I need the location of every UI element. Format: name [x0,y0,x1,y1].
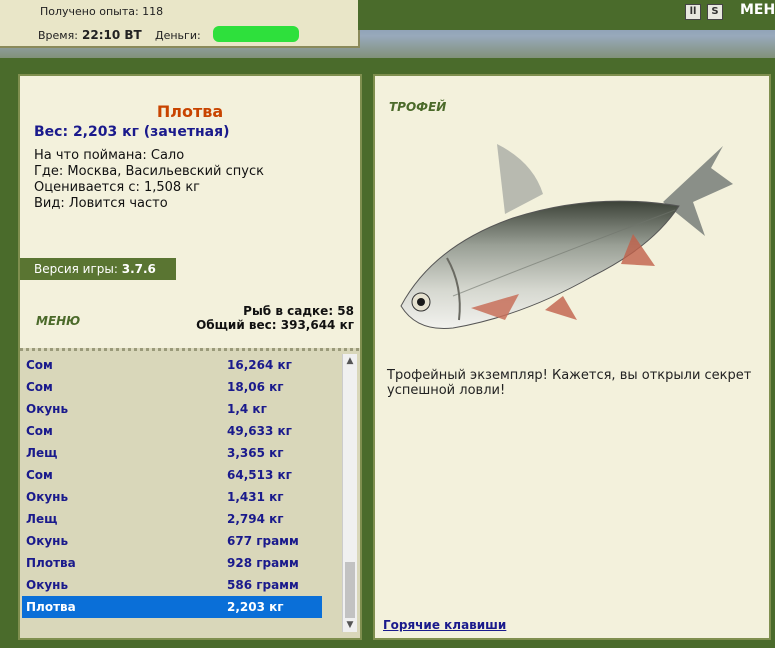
fish-item-weight: 18,06 кг [227,380,284,394]
list-item[interactable]: Окунь 677 грамм [22,530,322,552]
fish-item-weight: 64,513 кг [227,468,292,482]
bait-info: На что поймана: Сало [34,148,185,163]
estimate-info: Оценивается с: 1,508 кг [34,180,201,195]
list-item[interactable]: Окунь 1,431 кг [22,486,322,508]
fish-item-name: Окунь [26,578,69,592]
roach-fish-image [400,144,733,330]
fish-item-name: Лещ [26,512,58,526]
trophy-description: Трофейный экземпляр! Кажется, вы открыли… [387,368,752,398]
fish-item-weight: 1,431 кг [227,490,284,504]
fish-item-weight: 586 грамм [227,578,299,592]
fish-item-name: Плотва [26,600,76,614]
fish-item-weight: 16,264 кг [227,358,292,372]
money-label: Деньги: [155,29,201,42]
kind-info: Вид: Ловится часто [34,196,168,211]
pause-icon[interactable]: ll [685,4,701,20]
status-panel: Получено опыта: 118 Время: 22:10 ВТ День… [0,0,360,48]
fish-item-weight: 677 грамм [227,534,299,548]
list-item[interactable]: Плотва 928 грамм [22,552,322,574]
fish-item-weight: 3,365 кг [227,446,284,460]
trophy-panel: ТРОФЕЙ Трофейный экземпляр! Кажется, вы … [373,74,771,640]
sound-icon[interactable]: S [707,4,723,20]
catch-info-panel: Плотва Вес: 2,203 кг (зачетная) На что п… [18,74,362,640]
hotkeys-link[interactable]: Горячие клавиши [383,618,506,632]
fish-item-name: Сом [26,380,53,394]
fish-item-name: Окунь [26,402,69,416]
money-value-redacted [213,26,299,42]
list-item[interactable]: Сом 16,264 кг [22,354,322,376]
list-item[interactable]: Плотва 2,203 кг [22,596,322,618]
fish-item-name: Окунь [26,490,69,504]
list-item[interactable]: Лещ 2,794 кг [22,508,322,530]
fish-item-name: Сом [26,358,53,372]
list-item[interactable]: Сом 49,633 кг [22,420,322,442]
version-label: Версия игры: [34,262,118,276]
version-value: 3.7.6 [121,262,156,276]
scroll-down-icon[interactable]: ▼ [343,618,357,632]
fish-item-name: Сом [26,468,53,482]
list-item[interactable]: Сом 18,06 кг [22,376,322,398]
scroll-thumb[interactable] [345,562,355,618]
list-item[interactable]: Лещ 3,365 кг [22,442,322,464]
fish-name: Плотва [156,102,224,121]
fish-weight: Вес: 2,203 кг (зачетная) [34,124,230,140]
top-bar: ll S МЕНЮ [358,0,775,30]
top-menu-button[interactable]: МЕНЮ [740,2,775,18]
fish-item-name: Лещ [26,446,58,460]
keepnet-total-weight: Общий вес: 393,644 кг [196,318,354,332]
list-scrollbar[interactable]: ▲ ▼ [342,354,357,632]
fish-list: Сом 16,264 кг Сом 18,06 кг Окунь 1,4 кг Сом 49,… [20,348,360,638]
game-version: Версия игры: 3.7.6 [20,258,176,280]
fish-item-weight: 2,203 кг [227,600,284,614]
time-label: Время: [38,29,78,42]
fish-item-name: Окунь [26,534,69,548]
fish-item-name: Плотва [26,556,76,570]
keepnet-count: Рыб в садке: 58 [243,304,354,318]
experience-text: Получено опыта: 118 [40,5,164,18]
fish-item-weight: 1,4 кг [227,402,267,416]
list-divider [20,348,360,351]
fish-item-weight: 2,794 кг [227,512,284,526]
scroll-up-icon[interactable]: ▲ [343,354,357,368]
list-item[interactable]: Сом 64,513 кг [22,464,322,486]
place-info: Где: Москва, Васильевский спуск [34,164,264,179]
time-value: 22:10 ВТ [82,28,142,42]
fish-item-weight: 928 грамм [227,556,299,570]
menu-button[interactable]: МЕНЮ [36,314,80,328]
list-item[interactable]: Окунь 1,4 кг [22,398,322,420]
list-item[interactable]: Окунь 586 грамм [22,574,322,596]
fish-item-name: Сом [26,424,53,438]
fish-item-weight: 49,633 кг [227,424,292,438]
